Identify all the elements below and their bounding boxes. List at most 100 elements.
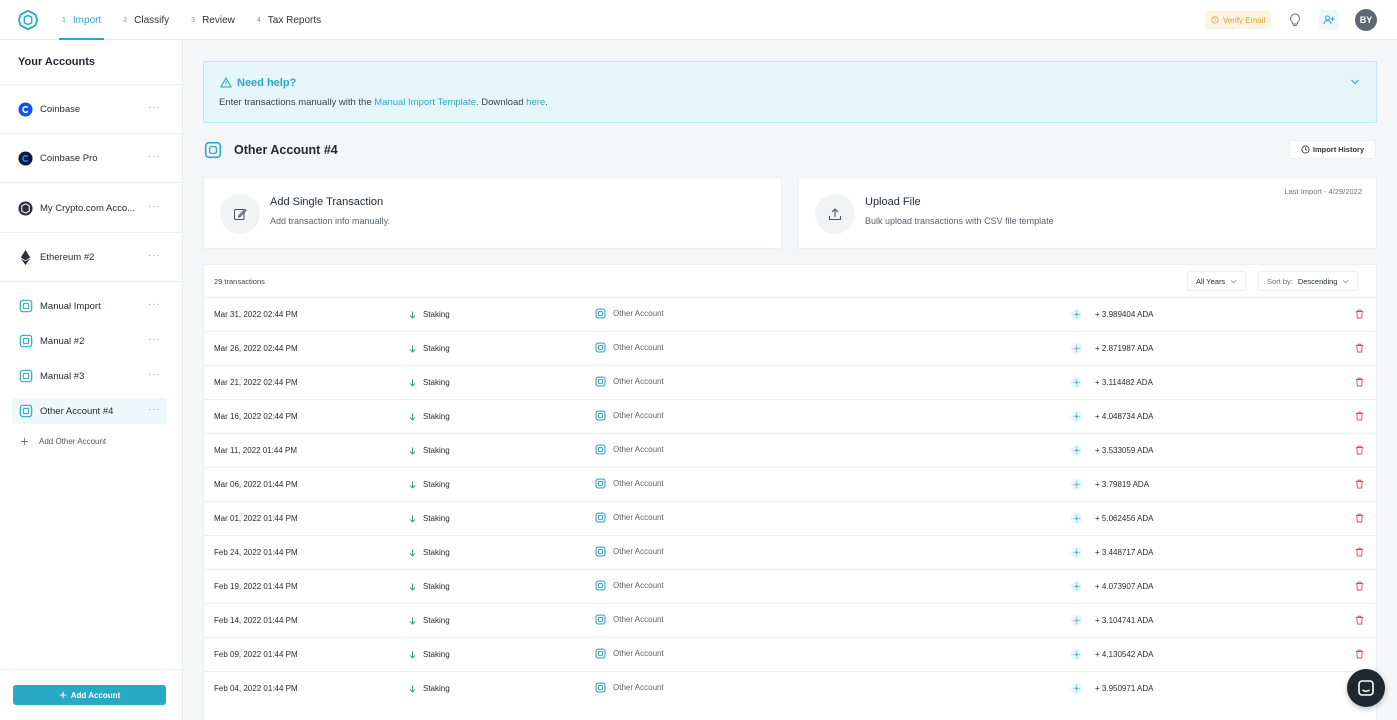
- ada-coin-icon: [1073, 447, 1080, 454]
- delete-transaction-button[interactable]: [1355, 377, 1364, 389]
- more-options-icon[interactable]: ···: [148, 201, 161, 212]
- ada-coin-icon: [1073, 617, 1080, 624]
- trash-icon: [1356, 513, 1363, 523]
- sidebar-account-coinbase[interactable]: Coinbase ···: [12, 96, 167, 122]
- table-row[interactable]: Feb 09, 2022 01:44 PM Staking Other Accoun…: [204, 637, 1376, 671]
- table-row[interactable]: Mar 11, 2022 01:44 PM Staking Other Accoun…: [204, 433, 1376, 467]
- delete-transaction-button[interactable]: [1355, 649, 1364, 661]
- more-options-icon[interactable]: ···: [148, 250, 161, 261]
- delete-transaction-button[interactable]: [1355, 445, 1364, 457]
- download-here-link[interactable]: here: [526, 97, 545, 108]
- trash-icon: [1356, 615, 1363, 625]
- transaction-type: Staking: [409, 650, 450, 659]
- delete-transaction-button[interactable]: [1355, 479, 1364, 491]
- more-options-icon[interactable]: ···: [148, 102, 161, 113]
- more-options-icon[interactable]: ···: [148, 299, 161, 310]
- delete-transaction-button[interactable]: [1355, 513, 1364, 525]
- help-title: Need help?: [237, 77, 297, 89]
- sidebar-account-manual-import[interactable]: Manual Import ···: [12, 293, 167, 319]
- transaction-amount: + 3.448717 ADA: [1095, 548, 1154, 557]
- delete-transaction-button[interactable]: [1355, 581, 1364, 593]
- manual-account-icon: [595, 444, 606, 455]
- upload-icon-circle: [815, 194, 855, 234]
- coin-badge: [1071, 547, 1082, 558]
- arrow-down-icon: [409, 345, 416, 353]
- table-row[interactable]: Mar 26, 2022 02:44 PM Staking Other Accoun…: [204, 331, 1376, 365]
- table-row[interactable]: Mar 06, 2022 01:44 PM Staking Other Accoun…: [204, 467, 1376, 501]
- trash-icon: [1356, 309, 1363, 319]
- more-options-icon[interactable]: ···: [148, 151, 161, 162]
- manual-import-template-link[interactable]: Manual Import Template: [374, 97, 476, 108]
- transaction-date: Feb 09, 2022 01:44 PM: [214, 650, 298, 659]
- transaction-count: 29 transactions: [214, 277, 265, 286]
- trash-icon: [1356, 343, 1363, 353]
- card-subtitle: Add transaction info manually.: [270, 216, 390, 226]
- upload-file-card[interactable]: Upload File Bulk upload transactions wit…: [798, 177, 1377, 249]
- step-tax-reports[interactable]: 4 Tax Reports: [254, 0, 324, 40]
- transaction-account: Other Account: [595, 614, 664, 625]
- top-bar: 1 Import 2 Classify 3 Review 4 Tax Reports V…: [0, 0, 1397, 40]
- years-filter-dropdown[interactable]: All Years: [1187, 271, 1247, 291]
- manual-account-icon: [18, 369, 33, 384]
- step-review[interactable]: 3 Review: [188, 0, 238, 40]
- transaction-amount: + 3.104741 ADA: [1095, 616, 1154, 625]
- table-row[interactable]: Mar 21, 2022 02:44 PM Staking Other Accoun…: [204, 365, 1376, 399]
- arrow-down-icon: [409, 481, 416, 489]
- ada-coin-icon: [1073, 549, 1080, 556]
- more-options-icon[interactable]: ···: [148, 334, 161, 345]
- arrow-down-icon: [409, 617, 416, 625]
- delete-transaction-button[interactable]: [1355, 309, 1364, 321]
- account-title: Other Account #4: [234, 143, 338, 157]
- more-options-icon[interactable]: ···: [148, 369, 161, 380]
- transaction-account: Other Account: [595, 682, 664, 693]
- sort-dropdown[interactable]: Sort by: Descending: [1258, 271, 1359, 291]
- add-other-account-link[interactable]: Add Other Account: [20, 437, 106, 446]
- table-row[interactable]: Feb 14, 2022 01:44 PM Staking Other Accoun…: [204, 603, 1376, 637]
- add-single-transaction-card[interactable]: Add Single Transaction Add transaction i…: [203, 177, 782, 249]
- transaction-account: Other Account: [595, 342, 664, 353]
- ada-coin-icon: [1073, 379, 1080, 386]
- table-row[interactable]: Feb 24, 2022 01:44 PM Staking Other Accoun…: [204, 535, 1376, 569]
- delete-transaction-button[interactable]: [1355, 547, 1364, 559]
- card-subtitle: Bulk upload transactions with CSV file t…: [865, 216, 1054, 226]
- transaction-type: Staking: [409, 684, 450, 693]
- warning-circle-icon: [1211, 16, 1219, 24]
- table-row[interactable]: Feb 19, 2022 01:44 PM Staking Other Accoun…: [204, 569, 1376, 603]
- import-history-button[interactable]: Import History: [1289, 140, 1376, 159]
- coinbase-pro-icon: [18, 150, 33, 166]
- sidebar-account-ethereum-2[interactable]: Ethereum #2 ···: [12, 244, 167, 270]
- sidebar-account-manual-2[interactable]: Manual #2 ···: [12, 328, 167, 354]
- table-row[interactable]: Mar 31, 2022 02:44 PM Staking Other Accoun…: [204, 297, 1376, 331]
- step-import[interactable]: 1 Import: [59, 0, 105, 40]
- table-row[interactable]: Feb 04, 2022 01:44 PM Staking Other Accoun…: [204, 671, 1376, 705]
- sidebar-account-crypto-com[interactable]: My Crypto.com Acco... ···: [12, 195, 167, 221]
- table-row[interactable]: Mar 01, 2022 01:44 PM Staking Other Accoun…: [204, 501, 1376, 535]
- sidebar-account-coinbase-pro[interactable]: Coinbase Pro ···: [12, 145, 167, 171]
- app-logo-icon[interactable]: [17, 9, 39, 31]
- lightbulb-button[interactable]: [1285, 10, 1305, 30]
- table-row[interactable]: Mar 16, 2022 02:44 PM Staking Other Accoun…: [204, 399, 1376, 433]
- ada-coin-icon: [1073, 413, 1080, 420]
- delete-transaction-button[interactable]: [1355, 411, 1364, 423]
- transaction-account: Other Account: [595, 478, 664, 489]
- more-options-icon[interactable]: ···: [148, 404, 161, 415]
- arrow-down-icon: [409, 311, 416, 319]
- invite-user-button[interactable]: [1319, 10, 1339, 30]
- sidebar-account-manual-3[interactable]: Manual #3 ···: [12, 363, 167, 389]
- add-account-button[interactable]: Add Account: [13, 685, 166, 705]
- delete-transaction-button[interactable]: [1355, 343, 1364, 355]
- transaction-date: Mar 01, 2022 01:44 PM: [214, 514, 298, 523]
- verify-email-button[interactable]: Verify Email: [1205, 11, 1272, 29]
- ada-coin-icon: [1073, 583, 1080, 590]
- manual-account-icon: [595, 308, 606, 319]
- sidebar-account-other-account-4[interactable]: Other Account #4 ···: [12, 398, 167, 424]
- transaction-account: Other Account: [595, 512, 664, 523]
- chat-launcher-button[interactable]: [1347, 669, 1385, 707]
- step-classify[interactable]: 2 Classify: [120, 0, 172, 40]
- user-avatar[interactable]: BY: [1355, 9, 1377, 31]
- transaction-account: Other Account: [595, 444, 664, 455]
- chevron-down-icon[interactable]: [1350, 78, 1360, 86]
- divider: [0, 133, 183, 134]
- help-text: Enter transactions manually with the Man…: [219, 97, 548, 108]
- delete-transaction-button[interactable]: [1355, 615, 1364, 627]
